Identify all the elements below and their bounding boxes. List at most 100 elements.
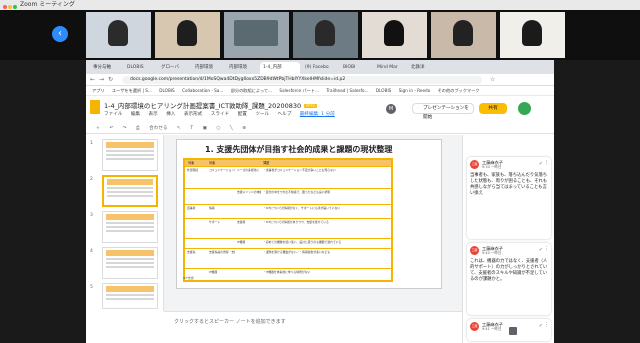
zoom-select[interactable]: 合わせる <box>149 126 167 131</box>
resolve-check-icon[interactable]: ✓ <box>539 247 543 253</box>
speaker-notes[interactable]: クリックするとスピーカー ノートを追加できます <box>164 311 462 343</box>
participant-tile[interactable] <box>362 12 427 58</box>
add-comment-icon[interactable] <box>509 327 517 335</box>
editing-toolbar: + ↶ ↷ ⎙ 合わせる ↖ T ▣ ○ ╲ ⊕ <box>86 124 554 134</box>
slide-thumbnail-selected[interactable] <box>102 175 158 207</box>
url-input[interactable]: docs.google.com/presentation/d/1MoSQwa4D… <box>122 76 482 84</box>
commenter-avatar: 工藤 <box>470 160 479 169</box>
bookmark[interactable]: その他のブックマーク <box>438 88 480 93</box>
table-cell: 外部環境 <box>187 168 199 172</box>
participant-tile[interactable] <box>224 12 289 58</box>
user-avatar[interactable]: M <box>386 104 396 114</box>
comment-body: 当事者も、家族も、落ち込んだり気落ちした状態も、周りが困ることも、それも共感しな… <box>470 173 548 196</box>
bookmark[interactable]: 部分の取組によって... <box>231 88 272 93</box>
slide-title[interactable]: 1. 支援先団体が目指す社会的成果と課題の現状整理 <box>205 144 392 155</box>
browser-tab[interactable]: (9) Facebo <box>302 62 338 74</box>
zoom-right-margin <box>554 60 640 343</box>
address-bar-row: ← → ↻ docs.google.com/presentation/d/1Mo… <box>86 74 554 86</box>
present-button[interactable]: プレゼンテーションを開始 <box>412 103 474 120</box>
prev-page-button[interactable]: ‹ <box>52 26 68 42</box>
minimize-dot[interactable] <box>8 5 12 9</box>
menu-bar: ファイル 編集 表示 挿入 表示形式 スライド 配置 ツール ヘルプ 最終編集:… <box>104 111 342 117</box>
participant-tile[interactable] <box>155 12 220 58</box>
print-icon[interactable]: ⎙ <box>136 126 140 131</box>
textbox-icon[interactable]: T <box>190 126 193 131</box>
line-icon[interactable]: ╲ <box>230 126 233 131</box>
comment-card[interactable]: 工藤 工藤麻衣子 9:34 一昨日 ✓ ⋮ 当事者も、家族も、落ち込んだり気落ち… <box>467 157 551 239</box>
browser-tab[interactable]: 内部環境 <box>192 62 224 74</box>
bookmark[interactable]: Trailhead | Salesfo... <box>326 88 368 93</box>
browser-tab[interactable]: 北鉄洋 <box>408 62 440 74</box>
shape-icon[interactable]: ○ <box>216 126 220 131</box>
bookmark[interactable]: DLOBIS <box>376 88 391 93</box>
slide-number: 3 <box>90 213 93 218</box>
issues-table[interactable]: 対象 対象 課題 外部環境 コミュニケーション支援の不足 ニーズの多様化に ・当… <box>183 158 393 282</box>
slide-thumbnail[interactable] <box>102 247 158 279</box>
menu-view[interactable]: 表示 <box>149 112 158 117</box>
browser-tab[interactable]: 事分与軸 <box>90 62 122 74</box>
redo-icon[interactable]: ↷ <box>123 126 127 131</box>
browser-tab-active[interactable]: 1-4_内部 <box>260 62 300 74</box>
pptx-badge: PPTX <box>304 104 317 108</box>
undo-icon[interactable]: ↶ <box>109 126 113 131</box>
bookmark[interactable]: Salesforce パート... <box>279 88 319 93</box>
browser-tab[interactable]: 内部環境 <box>226 62 258 74</box>
close-dot[interactable] <box>3 5 7 9</box>
table-cell: IT機器 <box>237 240 246 244</box>
more-vert-icon[interactable]: ⋮ <box>544 246 549 252</box>
more-vert-icon[interactable]: ⋮ <box>544 322 549 328</box>
menu-arrange[interactable]: 配置 <box>238 112 247 117</box>
menu-format[interactable]: 表示形式 <box>184 112 202 117</box>
table-cell: コミュニケーション支援の不足 <box>209 168 235 172</box>
menu-slide[interactable]: スライド <box>211 112 229 117</box>
participant-tile[interactable] <box>86 12 151 58</box>
browser-tab[interactable]: DLOBIS <box>124 62 156 74</box>
slide-thumbnail[interactable] <box>102 211 158 243</box>
slide-thumbnail[interactable] <box>102 283 158 309</box>
menu-insert[interactable]: 挿入 <box>166 112 175 117</box>
select-icon[interactable]: ↖ <box>177 126 181 131</box>
reload-icon[interactable]: ↻ <box>108 76 113 83</box>
resolve-check-icon[interactable]: ✓ <box>539 161 543 167</box>
participant-tile[interactable] <box>431 12 496 58</box>
add-icon[interactable]: + <box>96 126 100 131</box>
share-button[interactable]: 共有 <box>479 103 507 114</box>
forward-icon[interactable]: → <box>99 76 104 83</box>
slide-thumbnail[interactable] <box>102 139 158 171</box>
comments-panel: 工藤 工藤麻衣子 9:34 一昨日 ✓ ⋮ 当事者も、家族も、落ち込んだり気落ち… <box>462 135 554 343</box>
resolve-check-icon[interactable]: ✓ <box>539 323 543 329</box>
maximize-dot[interactable] <box>13 5 17 9</box>
back-icon[interactable]: ← <box>90 76 95 83</box>
account-avatar[interactable] <box>518 102 531 115</box>
star-icon[interactable]: ☆ <box>490 76 495 83</box>
document-title[interactable]: 1-4_内部環境のヒアリング計画提案書_ICT敦助隊_課題_20200830 PP… <box>104 100 317 110</box>
comment-icon[interactable]: ⊕ <box>242 126 246 131</box>
bookmark[interactable]: ユーザをを選択 | S... <box>112 88 152 93</box>
menu-edit[interactable]: 編集 <box>131 112 140 117</box>
image-icon[interactable]: ▣ <box>203 126 207 131</box>
table-cell: 支援者 <box>237 220 246 224</box>
menu-file[interactable]: ファイル <box>104 112 122 117</box>
current-slide[interactable]: 1. 支援先団体が目指す社会的成果と課題の現状整理 対象 対象 課題 外部環境 … <box>176 139 442 289</box>
last-edit-link[interactable]: 最終編集: 1 分前 <box>300 112 335 117</box>
participant-tile[interactable] <box>293 12 358 58</box>
table-row: 支援メソッドの未確立 ・自分の中をつかむ不快感で、困ったなども良い状態 <box>185 188 391 204</box>
participant-tile[interactable] <box>500 12 565 58</box>
menu-help[interactable]: ヘルプ <box>278 112 292 117</box>
bookmark[interactable]: DLOBIS <box>159 88 174 93</box>
comment-card[interactable]: 工藤 工藤麻衣子 9:40 一昨日 ✓ ⋮ これは、機器の力ではなく、支援者（人… <box>467 243 551 315</box>
browser-tab[interactable]: BIOBI <box>340 62 372 74</box>
comment-time: 9:41 一昨日 <box>482 327 502 331</box>
more-vert-icon[interactable]: ⋮ <box>544 160 549 166</box>
table-row: 自事者 情報 ・ICTについての情報がなく、サポートにも手が届いていない <box>185 204 391 218</box>
zoom-title-bar: Zoom ミーティング <box>0 0 640 10</box>
menu-tools[interactable]: ツール <box>255 112 269 117</box>
bookmark[interactable]: Sign in - Reedo <box>399 88 431 93</box>
browser-tab[interactable]: グローバ <box>158 62 190 74</box>
browser-tab[interactable]: Mind Mar <box>374 62 406 74</box>
table-row: IT機器 ・初めての機種を使い使い、設計に思うのも機器で遅れている <box>185 238 391 248</box>
bookmark[interactable]: アプリ <box>92 88 105 93</box>
slides-logo-icon[interactable] <box>90 100 100 114</box>
table-cell: ・当事者がコミュニケーション不足が多いことも知らない <box>263 168 336 172</box>
bookmark[interactable]: Collaboration - Sa... <box>182 88 223 93</box>
